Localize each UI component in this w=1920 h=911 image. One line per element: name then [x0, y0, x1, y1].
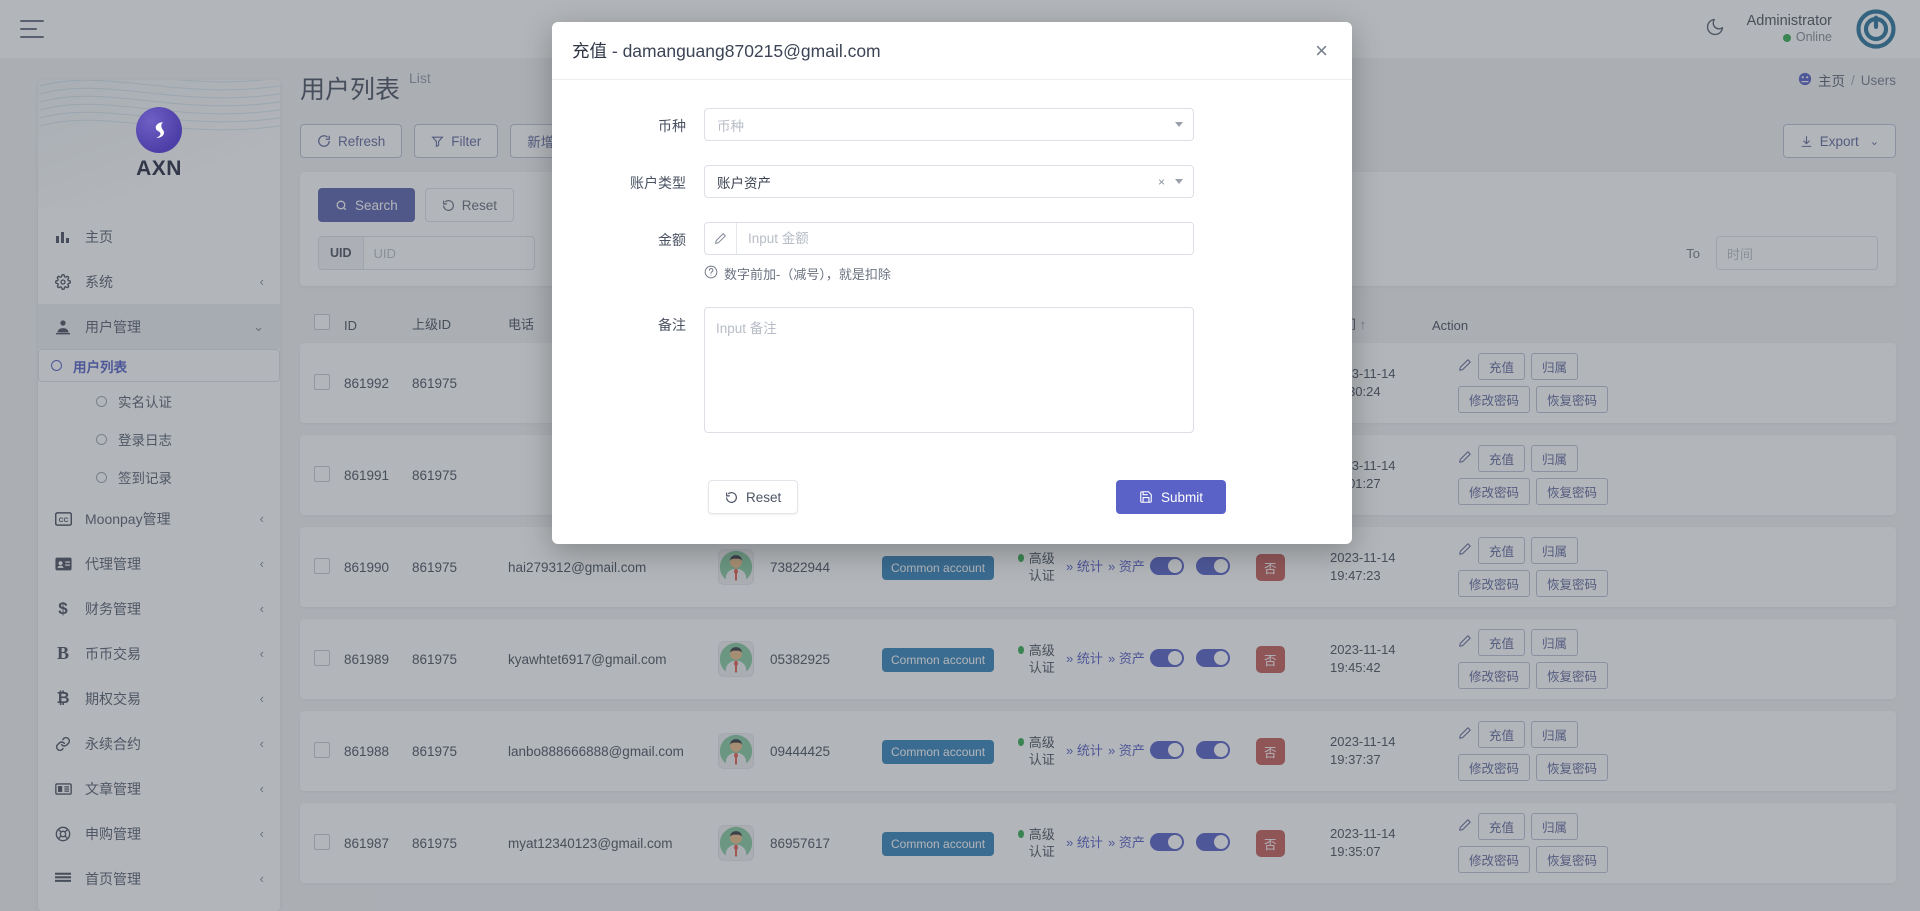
- remark-control: [704, 307, 1194, 438]
- modal-reset-button[interactable]: Reset: [708, 480, 798, 514]
- remark-label: 备注: [582, 307, 704, 335]
- brand-title: AXN: [136, 157, 182, 181]
- currency-select[interactable]: 币种: [704, 108, 1194, 141]
- modal-title-prefix: 充值: [572, 41, 607, 61]
- modal-body: 币种 币种 账户类型 账户资产 ×: [552, 80, 1352, 480]
- modal-submit-button[interactable]: Submit: [1116, 480, 1226, 514]
- currency-row: 币种 币种: [582, 108, 1322, 141]
- account-type-select-tools: ×: [1158, 175, 1183, 189]
- account-type-row: 账户类型 账户资产 ×: [582, 165, 1322, 198]
- modal-footer: Reset Submit: [552, 480, 1352, 544]
- modal-title-email: damanguang870215@gmail.com: [623, 41, 881, 61]
- modal-header: 充值 - damanguang870215@gmail.com ×: [552, 22, 1352, 80]
- modal-submit-label: Submit: [1161, 490, 1203, 505]
- app-root: Administrator Online: [0, 0, 1920, 911]
- amount-row: 金额 数字前加-（减号），就是扣除: [582, 222, 1322, 283]
- account-type-label: 账户类型: [582, 165, 704, 193]
- amount-label: 金额: [582, 222, 704, 250]
- currency-label: 币种: [582, 108, 704, 136]
- modal-title-separator: -: [607, 41, 623, 61]
- chevron-down-icon[interactable]: [1175, 179, 1183, 184]
- rotate-left-icon: [725, 491, 738, 504]
- pencil-icon: [705, 223, 737, 254]
- account-type-control: 账户资产 ×: [704, 165, 1194, 198]
- close-icon[interactable]: ×: [1309, 38, 1334, 64]
- amount-control: 数字前加-（减号），就是扣除: [704, 222, 1194, 283]
- account-type-value: 账户资产: [717, 172, 771, 192]
- save-icon: [1139, 490, 1153, 504]
- amount-hint-text: 数字前加-（减号），就是扣除: [724, 264, 891, 283]
- currency-select-tools: [1175, 122, 1183, 127]
- modal-title: 充值 - damanguang870215@gmail.com: [572, 38, 881, 63]
- logo-icon: [136, 107, 182, 153]
- chevron-down-icon[interactable]: [1175, 122, 1183, 127]
- remark-textarea[interactable]: [704, 307, 1194, 433]
- question-circle-icon: [704, 265, 718, 282]
- currency-control: 币种: [704, 108, 1194, 141]
- clear-icon[interactable]: ×: [1158, 175, 1165, 189]
- amount-hint: 数字前加-（减号），就是扣除: [704, 264, 1194, 283]
- remark-row: 备注: [582, 307, 1322, 438]
- currency-placeholder: 币种: [717, 115, 744, 135]
- modal-reset-label: Reset: [746, 490, 781, 505]
- account-type-select[interactable]: 账户资产 ×: [704, 165, 1194, 198]
- amount-input[interactable]: [737, 223, 1193, 254]
- recharge-modal: 充值 - damanguang870215@gmail.com × 币种 币种: [552, 22, 1352, 544]
- amount-input-group: [704, 222, 1194, 255]
